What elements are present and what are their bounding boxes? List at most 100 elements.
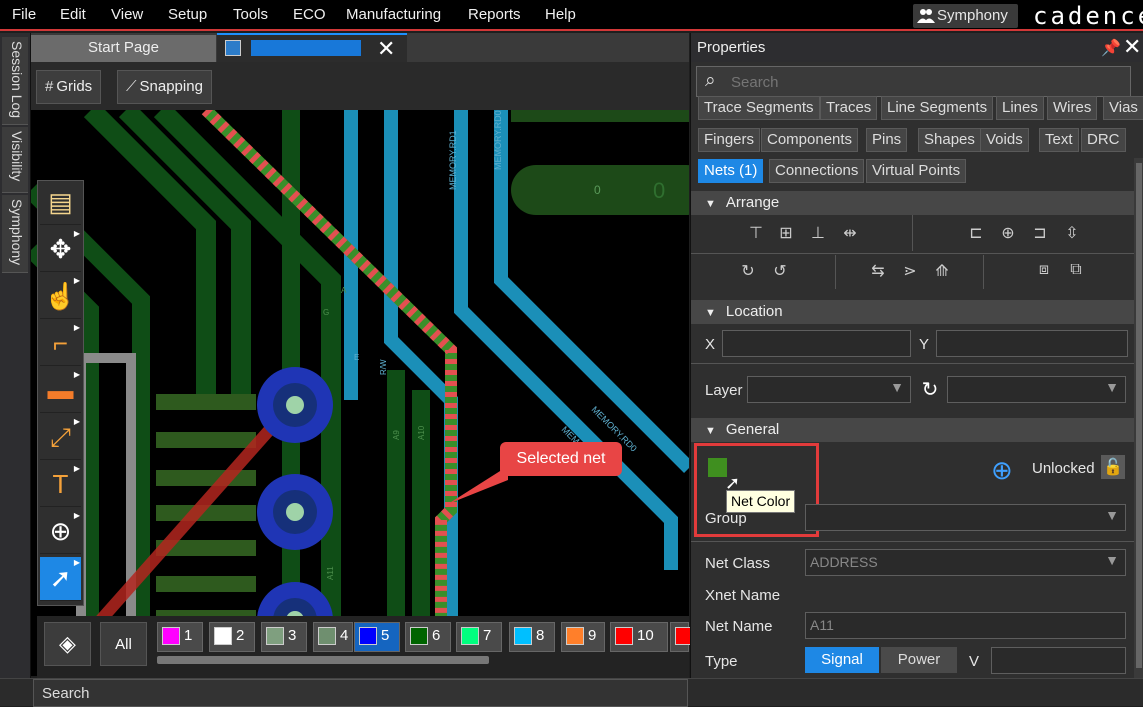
- net-name-field[interactable]: A11: [805, 612, 1126, 639]
- menu-edit[interactable]: Edit: [60, 6, 86, 23]
- group-icon[interactable]: ⧈: [1033, 261, 1055, 283]
- properties-search[interactable]: ⌕: [696, 66, 1131, 97]
- scrollbar-thumb[interactable]: [1136, 163, 1142, 668]
- filter-voids[interactable]: Voids: [980, 128, 1029, 152]
- group-dropdown[interactable]: ▼: [805, 504, 1126, 531]
- section-arrange[interactable]: ▼ Arrange: [691, 191, 1134, 215]
- add-shape-tool[interactable]: ▬ ▶: [40, 369, 81, 413]
- distribute-horizontal-icon[interactable]: ⇹: [839, 223, 861, 245]
- layer-toggle-2[interactable]: 2: [209, 622, 255, 652]
- symphony-button[interactable]: Symphony: [913, 4, 1018, 28]
- filter-trace-segments[interactable]: Trace Segments: [698, 96, 820, 120]
- align-right-icon[interactable]: ⊐: [1029, 223, 1051, 245]
- tab-design[interactable]: ✕: [217, 33, 407, 62]
- layer-toggle-4[interactable]: 4: [313, 622, 353, 652]
- properties-scrollbar[interactable]: [1134, 158, 1143, 678]
- align-left-icon[interactable]: ⊏: [965, 223, 987, 245]
- menu-view[interactable]: View: [111, 6, 143, 23]
- filter-line-segments[interactable]: Line Segments: [881, 96, 994, 120]
- menu-help[interactable]: Help: [545, 6, 576, 23]
- layer-toggle-1[interactable]: 1: [157, 622, 203, 652]
- menu-eco[interactable]: ECO: [293, 6, 326, 23]
- layer-toggle-7[interactable]: 7: [456, 622, 502, 652]
- pin-icon[interactable]: 📌: [1101, 38, 1121, 58]
- net-class-label: Net Class: [705, 555, 771, 572]
- tab-start-page[interactable]: Start Page: [31, 35, 216, 62]
- snapping-button[interactable]: ⟋ Snapping: [117, 70, 212, 104]
- flip-icon[interactable]: ⋗: [899, 261, 921, 283]
- filter-virtual-points[interactable]: Virtual Points: [866, 159, 967, 183]
- net-class-dropdown[interactable]: ADDRESS ▼: [805, 549, 1126, 576]
- layer-scrollbar[interactable]: [157, 656, 489, 664]
- filter-text[interactable]: Text: [1039, 128, 1079, 152]
- layer-toggle-9[interactable]: 9: [561, 622, 605, 652]
- properties-search-input[interactable]: [731, 72, 1111, 92]
- filter-wires[interactable]: Wires: [1047, 96, 1098, 120]
- tab-symphony[interactable]: Symphony: [2, 195, 28, 273]
- rotate-ccw-icon[interactable]: ↺: [769, 261, 791, 283]
- section-location[interactable]: ▼ Location: [691, 300, 1134, 324]
- y-field[interactable]: [936, 330, 1128, 357]
- grids-button[interactable]: # Grids: [36, 70, 102, 104]
- add-text-tool[interactable]: T ▶: [40, 463, 81, 507]
- layer-toggle-3[interactable]: 3: [261, 622, 307, 652]
- menu-reports[interactable]: Reports: [468, 6, 521, 23]
- unlock-icon[interactable]: 🔓: [1101, 455, 1125, 479]
- menu-tools[interactable]: Tools: [233, 6, 268, 23]
- layer-toggle-10[interactable]: 10: [610, 622, 668, 652]
- align-vcenter-icon[interactable]: ⊞: [775, 223, 797, 245]
- tab-visibility[interactable]: Visibility: [2, 127, 28, 193]
- filter-lines[interactable]: Lines: [996, 96, 1044, 120]
- filter-drc[interactable]: DRC: [1081, 128, 1126, 152]
- net-label-a: A: [341, 286, 347, 295]
- select-tool[interactable]: ➚ ▶: [40, 557, 81, 601]
- filter-traces[interactable]: Traces: [820, 96, 878, 120]
- chevron-down-icon: ▼: [1105, 379, 1119, 395]
- layers-button[interactable]: ◈: [44, 622, 91, 666]
- route-tool[interactable]: ⌐ ▶: [40, 322, 81, 366]
- layer-toggle-5[interactable]: 5: [354, 622, 400, 652]
- menu-file[interactable]: File: [12, 6, 36, 23]
- menu-manufacturing[interactable]: Manufacturing: [346, 6, 441, 23]
- layer-toggle-8[interactable]: 8: [509, 622, 555, 652]
- close-icon[interactable]: ✕: [377, 36, 395, 62]
- layer-toggle-partial[interactable]: [670, 622, 693, 652]
- layer-subclass-dropdown[interactable]: ▼: [947, 376, 1126, 403]
- mirror-icon[interactable]: ⇆: [867, 261, 889, 283]
- align-bottom-icon[interactable]: ⊥: [807, 223, 829, 245]
- ungroup-icon[interactable]: ⧉: [1065, 261, 1087, 283]
- tab-session-log[interactable]: Session Log: [2, 37, 28, 125]
- align-top-icon[interactable]: ⊤: [745, 223, 767, 245]
- filter-components[interactable]: Components: [761, 128, 859, 152]
- type-power-toggle[interactable]: Power: [881, 647, 957, 673]
- command-search[interactable]: Search: [33, 679, 688, 707]
- filter-shapes[interactable]: Shapes: [918, 128, 981, 152]
- type-signal-toggle[interactable]: Signal: [805, 647, 879, 673]
- menu-setup[interactable]: Setup: [168, 6, 207, 23]
- filter-fingers[interactable]: Fingers: [698, 128, 761, 152]
- all-layers-button[interactable]: All: [100, 622, 147, 666]
- filter-nets-1[interactable]: Nets (1): [698, 159, 764, 183]
- layer-toggle-6[interactable]: 6: [405, 622, 451, 652]
- align-hcenter-icon[interactable]: ⊕: [997, 223, 1019, 245]
- comment-tool[interactable]: ▤: [40, 181, 81, 225]
- distribute-vertical-icon[interactable]: ⇳: [1061, 223, 1083, 245]
- refresh-icon[interactable]: ↻: [919, 377, 941, 401]
- filter-vias[interactable]: Vias: [1103, 96, 1143, 120]
- net-label-g: G: [323, 308, 329, 317]
- spin-icon[interactable]: ⟰: [931, 261, 953, 283]
- section-general[interactable]: ▼ General: [691, 418, 1134, 442]
- zoom-tool[interactable]: ⊕ ▶: [40, 510, 81, 554]
- globe-icon[interactable]: ⊕: [991, 455, 1013, 486]
- connect-tool[interactable]: ⤢ ▶: [40, 416, 81, 460]
- x-field[interactable]: [722, 330, 911, 357]
- rotate-cw-icon[interactable]: ↻: [737, 261, 759, 283]
- filter-connections[interactable]: Connections: [769, 159, 865, 183]
- pcb-canvas[interactable]: MEMORY.RD1 MEMORY.RD0 MEMORY.RD0 MEMO R/…: [31, 110, 689, 676]
- filter-pins[interactable]: Pins: [866, 128, 908, 152]
- layer-dropdown[interactable]: ▼: [747, 376, 911, 403]
- voltage-field[interactable]: [991, 647, 1126, 674]
- touch-tool[interactable]: ☝ ▶: [40, 275, 81, 319]
- move-tool[interactable]: ✥ ▶: [40, 228, 81, 272]
- close-icon[interactable]: ✕: [1123, 34, 1141, 60]
